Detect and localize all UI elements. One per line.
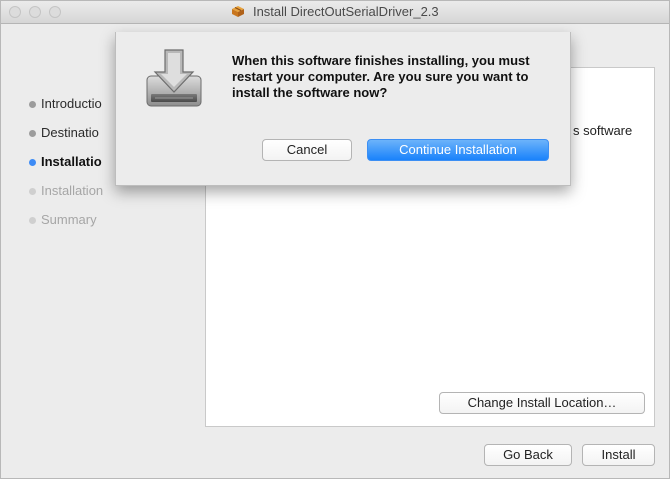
step-label: Installatio [41, 154, 102, 169]
restart-confirmation-dialog: When this software finishes installing, … [115, 32, 571, 186]
step-label: Summary [41, 212, 97, 227]
install-button[interactable]: Install [582, 444, 655, 466]
step-bullet-icon [29, 188, 36, 195]
step-bullet-icon [29, 217, 36, 224]
package-icon [231, 5, 245, 21]
step-bullet-icon [29, 130, 36, 137]
cancel-button[interactable]: Cancel [262, 139, 352, 161]
dialog-message: When this software finishes installing, … [232, 53, 530, 100]
step-bullet-icon [29, 101, 36, 108]
panel-description-text: s software [573, 123, 633, 138]
step-summary: Summary [21, 205, 211, 234]
step-bullet-icon [29, 159, 36, 166]
go-back-button[interactable]: Go Back [484, 444, 572, 466]
continue-installation-button[interactable]: Continue Installation [367, 139, 549, 161]
step-label: Destinatio [41, 125, 99, 140]
drive-install-icon [143, 46, 205, 113]
window-title-container: Install DirectOutSerialDriver_2.3 [1, 4, 669, 21]
window-title: Install DirectOutSerialDriver_2.3 [252, 4, 439, 19]
step-label: Installation [41, 183, 104, 198]
installer-window: Install DirectOutSerialDriver_2.3 Introd… [0, 0, 670, 479]
title-bar[interactable]: Install DirectOutSerialDriver_2.3 [1, 1, 669, 24]
change-install-location-button[interactable]: Change Install Location… [439, 392, 645, 414]
step-label: Introductio [41, 96, 102, 111]
